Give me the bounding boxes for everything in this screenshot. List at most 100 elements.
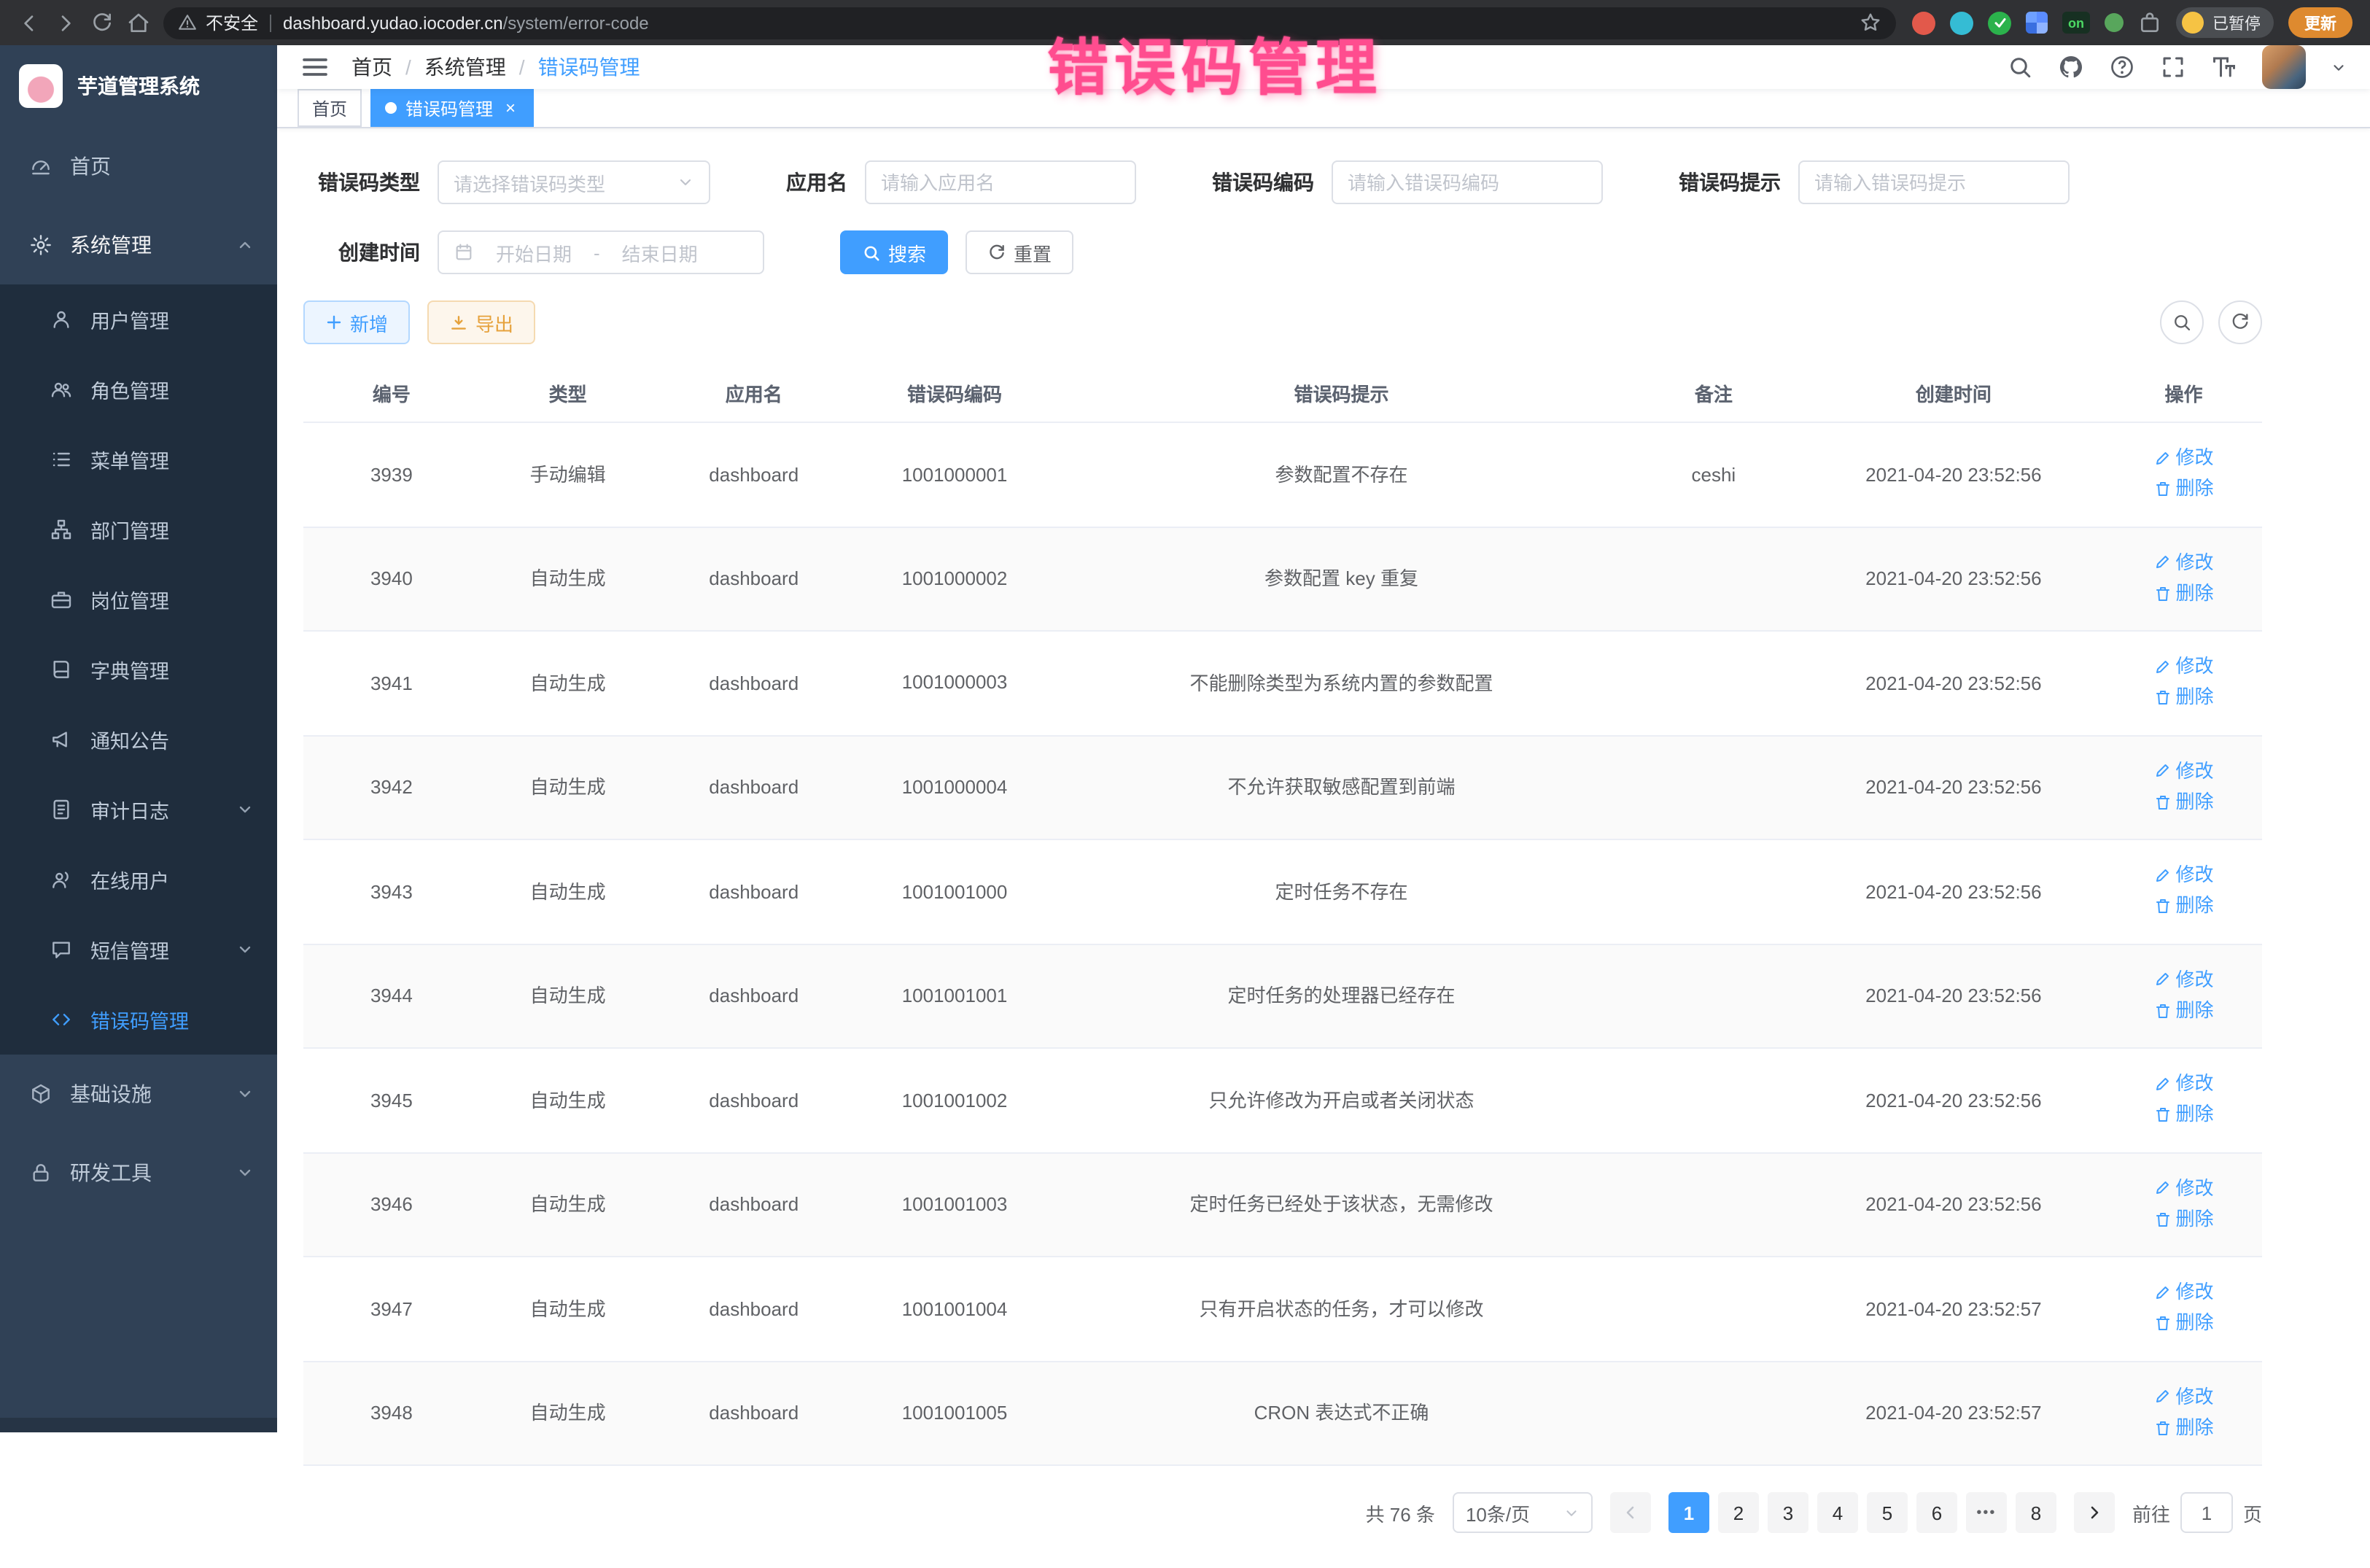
- sidebar-item[interactable]: 字典管理: [0, 634, 277, 705]
- edit-link[interactable]: 修改: [2154, 861, 2214, 889]
- sidebar-item[interactable]: 在线用户: [0, 845, 277, 915]
- show-search-button[interactable]: [2160, 300, 2204, 344]
- page-button[interactable]: •••: [1966, 1492, 2007, 1533]
- font-size-icon[interactable]: [2211, 54, 2237, 80]
- goto-label: 前往: [2132, 1499, 2170, 1526]
- extension-icon-leaf[interactable]: [2105, 13, 2124, 32]
- add-button[interactable]: 新增: [303, 300, 410, 344]
- edit-link[interactable]: 修改: [2154, 1173, 2214, 1202]
- edit-link[interactable]: 修改: [2154, 548, 2214, 576]
- cell-msg: 定时任务已经处于该状态，无需修改: [1057, 1152, 1625, 1257]
- reload-icon[interactable]: [90, 11, 114, 34]
- home-icon[interactable]: [127, 11, 150, 34]
- chevron-down-icon[interactable]: [2331, 59, 2347, 75]
- bookmark-star-icon[interactable]: [1860, 12, 1881, 34]
- update-button[interactable]: 更新: [2288, 7, 2352, 38]
- filter-code: 错误码编码: [1212, 160, 1603, 204]
- edit-link[interactable]: 修改: [2154, 652, 2214, 680]
- cell-actions: 修改删除: [2105, 422, 2262, 527]
- extension-icon-green-check[interactable]: [1988, 11, 2011, 34]
- sidebar-item[interactable]: 通知公告: [0, 705, 277, 775]
- tab-error-code[interactable]: 错误码管理 ×: [370, 89, 534, 127]
- close-icon[interactable]: ×: [502, 99, 519, 117]
- delete-link[interactable]: 删除: [2154, 788, 2214, 816]
- edit-link[interactable]: 修改: [2154, 965, 2214, 993]
- sidebar-group[interactable]: 研发工具: [0, 1133, 277, 1212]
- top-navbar: 首页 / 系统管理 / 错误码管理: [277, 45, 2370, 89]
- hamburger-icon[interactable]: [300, 53, 330, 82]
- back-icon[interactable]: [18, 11, 41, 34]
- page-button[interactable]: 1: [1668, 1492, 1709, 1533]
- refresh-button[interactable]: [2218, 300, 2262, 344]
- delete-link[interactable]: 删除: [2154, 1309, 2214, 1338]
- fullscreen-icon[interactable]: [2160, 54, 2186, 80]
- sidebar-item[interactable]: 错误码管理: [0, 985, 277, 1055]
- delete-link[interactable]: 删除: [2154, 1101, 2214, 1129]
- paused-badge[interactable]: 已暂停: [2176, 7, 2274, 38]
- error-type-select[interactable]: 请选择错误码类型: [438, 160, 710, 204]
- search-button[interactable]: 搜索: [840, 230, 948, 274]
- date-separator: -: [594, 241, 600, 263]
- page-button[interactable]: 5: [1867, 1492, 1908, 1533]
- avatar[interactable]: [2262, 45, 2306, 89]
- date-range-picker[interactable]: 开始日期 - 结束日期: [438, 230, 764, 274]
- search-icon[interactable]: [2007, 54, 2033, 80]
- url-bar[interactable]: 不安全 dashboard.yudao.iocoder.cn/system/er…: [163, 7, 1896, 39]
- page-button[interactable]: 3: [1768, 1492, 1808, 1533]
- sidebar-item-home[interactable]: 首页: [0, 127, 277, 206]
- breadcrumb-item[interactable]: 首页: [351, 53, 392, 82]
- extension-icon-grid[interactable]: [2026, 12, 2048, 34]
- export-button[interactable]: 导出: [427, 300, 535, 344]
- next-page-button[interactable]: [2074, 1492, 2115, 1533]
- page-button[interactable]: 4: [1817, 1492, 1858, 1533]
- page-button[interactable]: 6: [1916, 1492, 1957, 1533]
- tab-home[interactable]: 首页: [298, 89, 362, 127]
- forward-icon[interactable]: [54, 11, 77, 34]
- sidebar-item[interactable]: 审计日志: [0, 775, 277, 845]
- help-icon[interactable]: [2109, 54, 2135, 80]
- edit-link[interactable]: 修改: [2154, 1382, 2214, 1410]
- delete-link[interactable]: 删除: [2154, 1413, 2214, 1442]
- github-icon[interactable]: [2058, 54, 2084, 80]
- breadcrumb-item[interactable]: 系统管理: [424, 53, 506, 82]
- page-size-select[interactable]: 10条/页: [1453, 1492, 1593, 1533]
- search-button-label: 搜索: [888, 238, 926, 266]
- edit-link[interactable]: 修改: [2154, 1278, 2214, 1306]
- sidebar-group[interactable]: 基础设施: [0, 1055, 277, 1133]
- security-indicator[interactable]: 不安全: [178, 10, 258, 35]
- puzzle-extensions-icon[interactable]: [2138, 11, 2161, 34]
- app-logo[interactable]: 芋道管理系统: [0, 45, 277, 127]
- cell-msg: CRON 表达式不正确: [1057, 1361, 1625, 1465]
- delete-link[interactable]: 删除: [2154, 1205, 2214, 1233]
- page-button[interactable]: 2: [1718, 1492, 1759, 1533]
- sidebar-group-system[interactable]: 系统管理: [0, 206, 277, 284]
- delete-link[interactable]: 删除: [2154, 579, 2214, 608]
- edit-link[interactable]: 修改: [2154, 1069, 2214, 1098]
- extension-icon-red[interactable]: [1912, 11, 1935, 34]
- goto-page: 前往 页: [2132, 1492, 2262, 1533]
- chevron-down-icon: [236, 801, 254, 818]
- sidebar-item[interactable]: 用户管理: [0, 284, 277, 354]
- sidebar-item[interactable]: 岗位管理: [0, 564, 277, 634]
- error-code-input[interactable]: [1332, 160, 1603, 204]
- page-button[interactable]: 8: [2016, 1492, 2056, 1533]
- user-icon: [50, 308, 73, 331]
- cell-actions: 修改删除: [2105, 1048, 2262, 1152]
- delete-link[interactable]: 删除: [2154, 996, 2214, 1025]
- prev-page-button[interactable]: [1610, 1492, 1651, 1533]
- goto-page-input[interactable]: [2180, 1492, 2233, 1533]
- sidebar-item[interactable]: 短信管理: [0, 915, 277, 985]
- extension-icon-teal[interactable]: [1950, 11, 1973, 34]
- delete-link[interactable]: 删除: [2154, 683, 2214, 712]
- error-msg-input[interactable]: [1798, 160, 2070, 204]
- sidebar-item[interactable]: 菜单管理: [0, 424, 277, 494]
- edit-link[interactable]: 修改: [2154, 443, 2214, 472]
- extension-icon-on[interactable]: on: [2062, 12, 2090, 34]
- edit-link[interactable]: 修改: [2154, 756, 2214, 785]
- reset-button[interactable]: 重置: [966, 230, 1073, 274]
- delete-link[interactable]: 删除: [2154, 475, 2214, 503]
- delete-link[interactable]: 删除: [2154, 892, 2214, 920]
- sidebar-item[interactable]: 部门管理: [0, 494, 277, 564]
- sidebar-item[interactable]: 角色管理: [0, 354, 277, 424]
- app-name-input[interactable]: [865, 160, 1136, 204]
